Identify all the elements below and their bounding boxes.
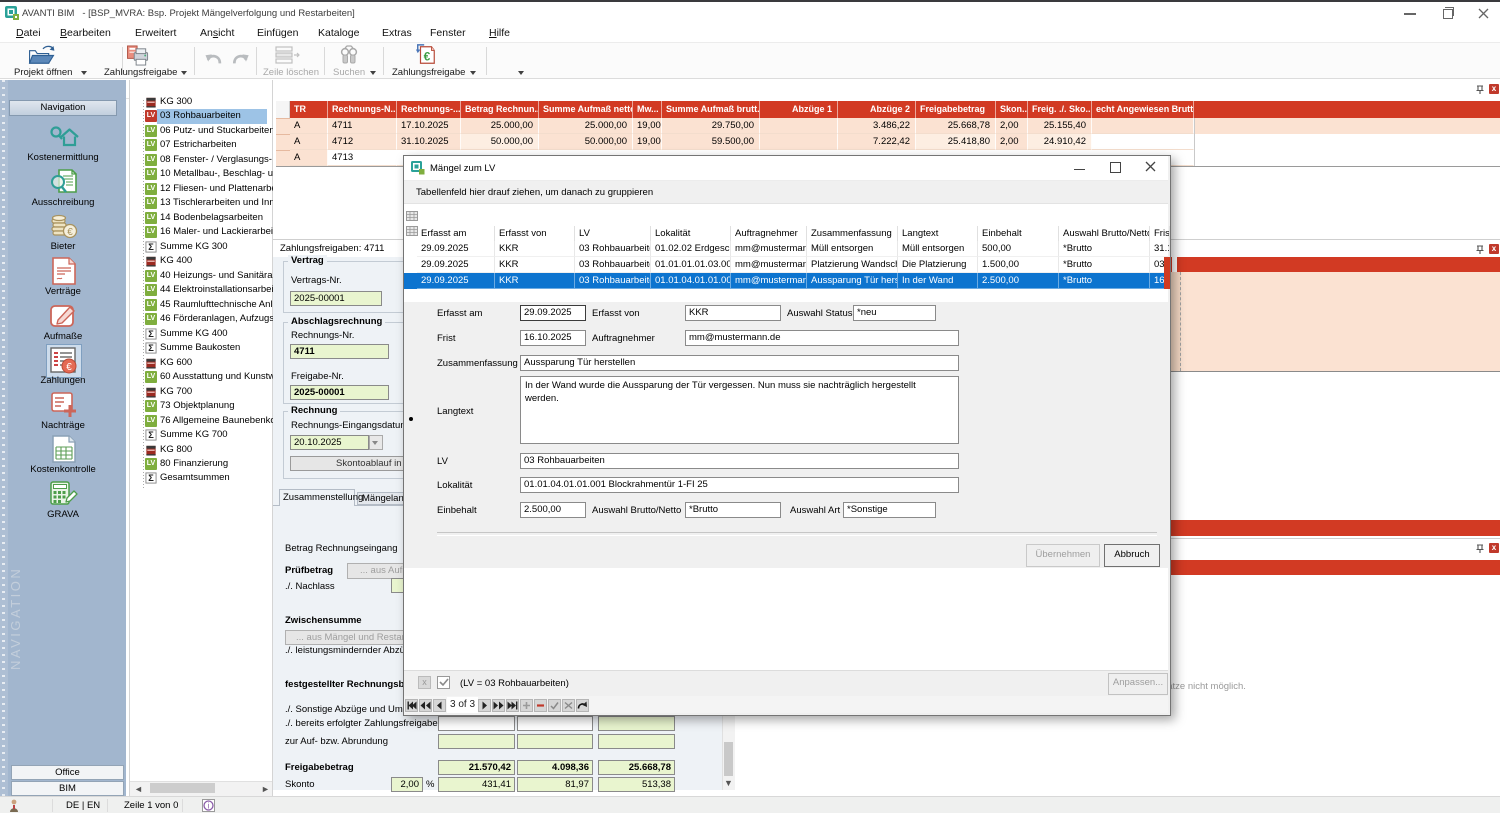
svg-text:Σ: Σ [148, 329, 154, 339]
svg-text:€: € [66, 362, 72, 373]
svg-text:€: € [424, 50, 431, 64]
svg-text:Σ: Σ [148, 430, 154, 440]
svg-text:i: i [208, 802, 210, 811]
svg-text:Σ: Σ [148, 473, 154, 483]
svg-text:Σ: Σ [148, 343, 154, 353]
svg-text:€: € [67, 227, 73, 238]
svg-text:Σ: Σ [148, 242, 154, 252]
